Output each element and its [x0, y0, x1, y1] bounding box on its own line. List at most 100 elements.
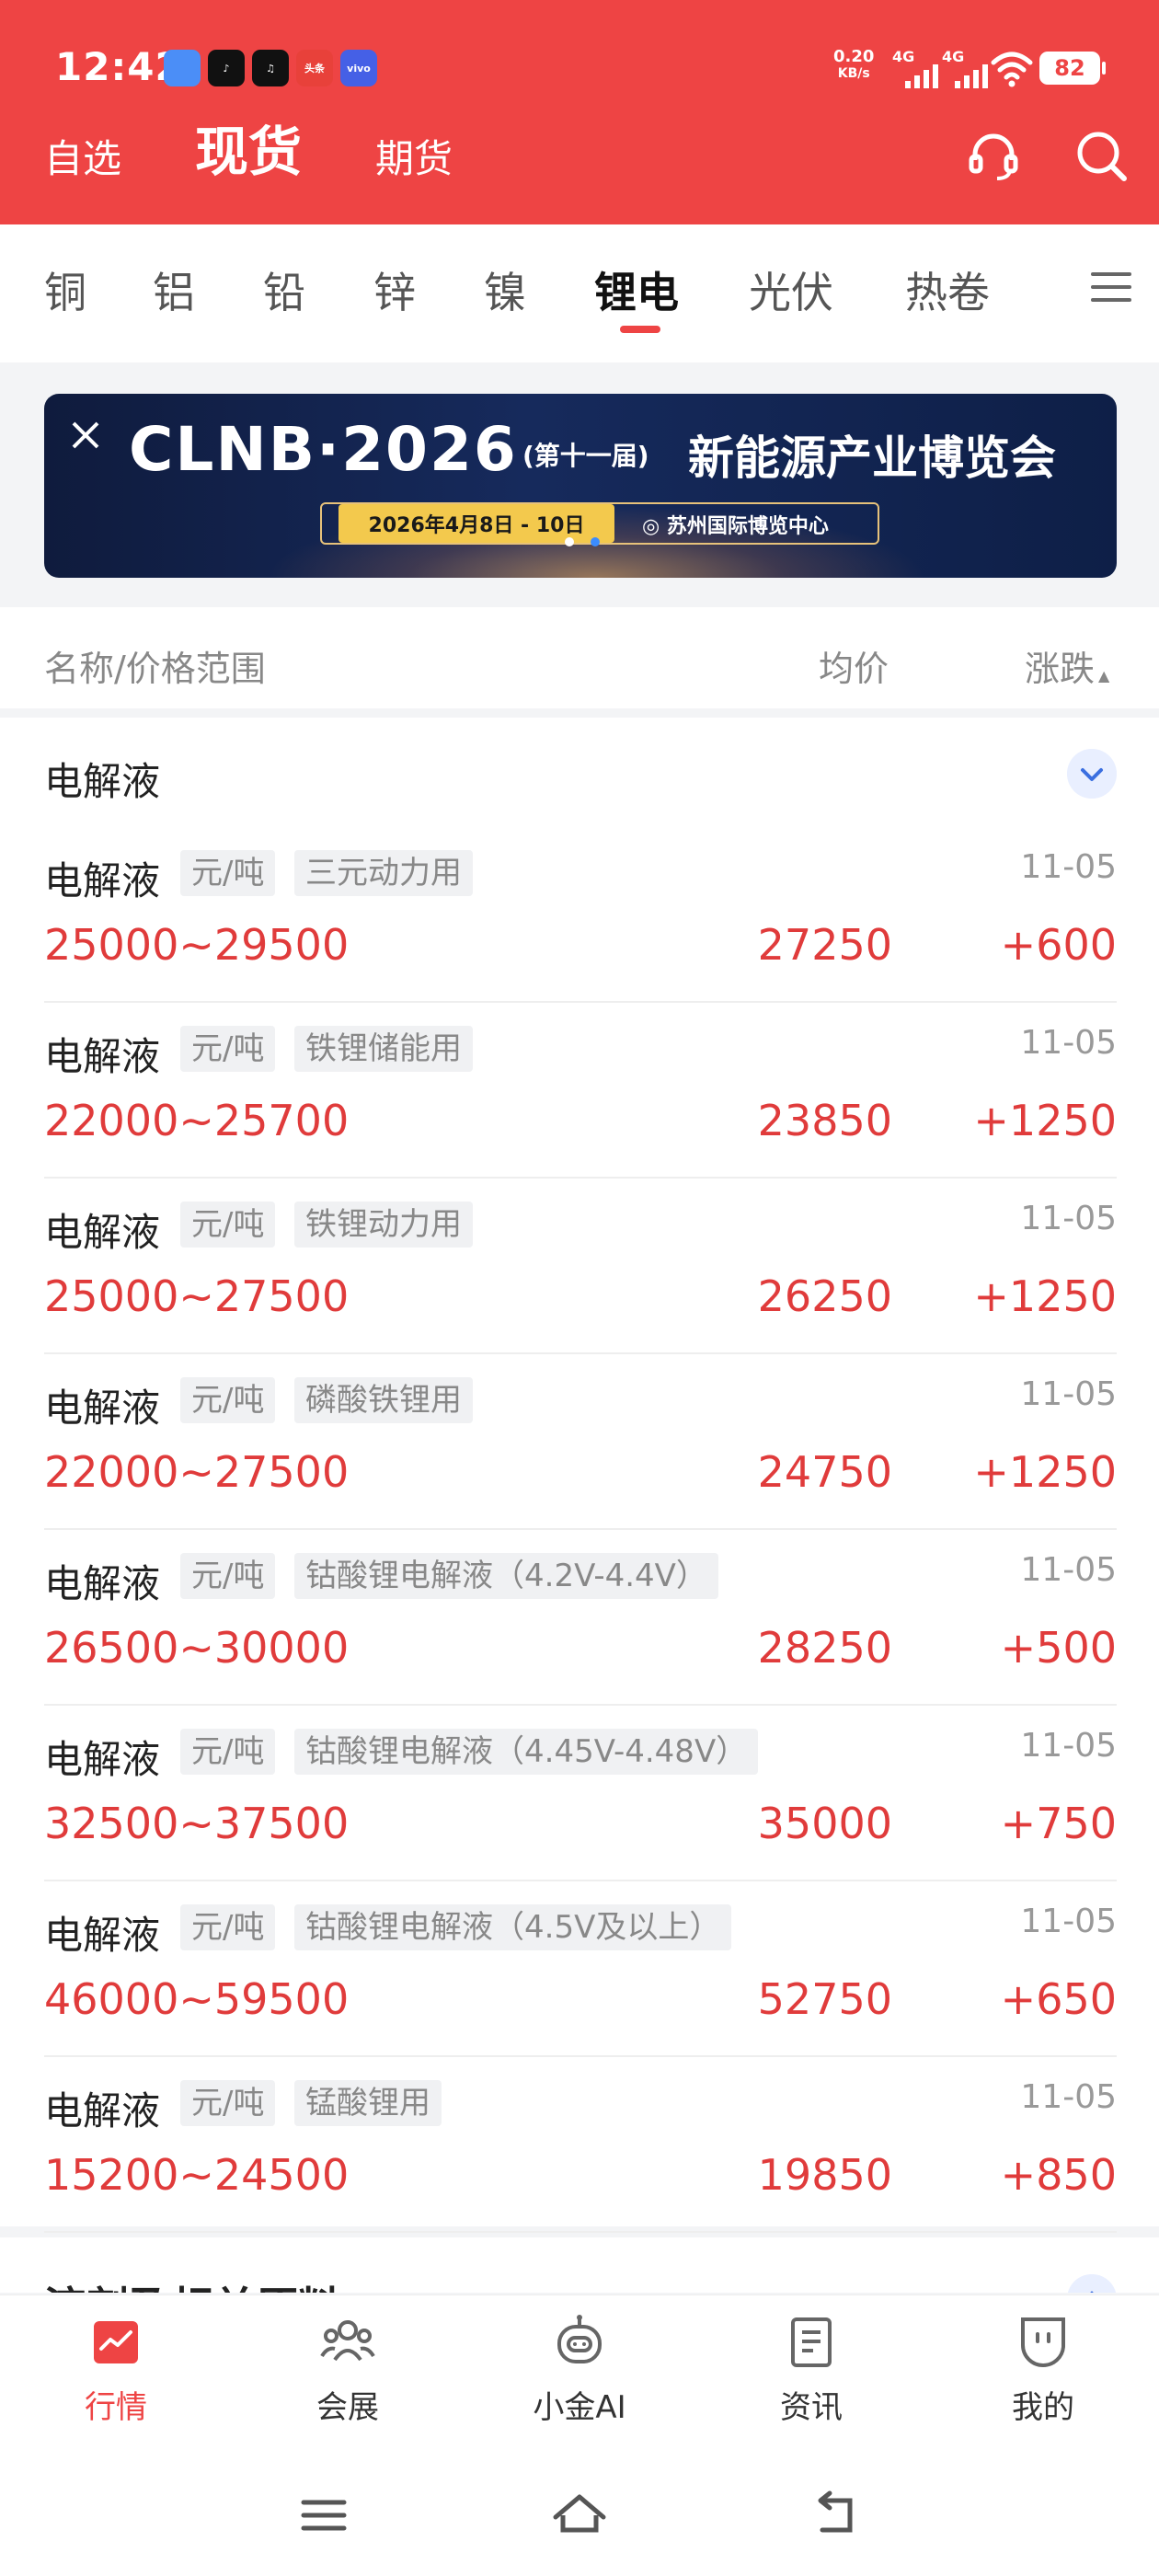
banner-venue: ◎ 苏州国际博览中心	[642, 515, 829, 538]
nav-exhibition[interactable]: 会展	[265, 2312, 430, 2427]
price-range: 25000~27500	[44, 1271, 350, 1321]
price-range: 46000~59500	[44, 1974, 350, 2024]
banner-edition: (第十一届)	[522, 441, 649, 471]
price-change: +500	[1000, 1623, 1117, 1673]
unit-tag: 元/吨	[180, 850, 276, 896]
music-app-icon: ♫	[252, 50, 289, 86]
solvent-section: 溶剂及相关原料	[0, 2237, 1159, 2293]
category-nickel[interactable]: 镍	[484, 259, 526, 320]
market-chart-icon	[94, 2321, 138, 2363]
category-lithium-battery[interactable]: 锂电	[594, 259, 679, 320]
product-name: 电解液	[44, 1561, 161, 1606]
category-copper[interactable]: 铜	[44, 259, 86, 320]
unit-tag: 元/吨	[180, 1729, 276, 1775]
table-row[interactable]: 电解液 元/吨 钴酸锂电解液（4.45V-4.48V） 11-05 32500~3750…	[44, 1707, 1117, 1881]
chevron-up-icon[interactable]	[1067, 2274, 1117, 2293]
unit-tag: 元/吨	[180, 1202, 276, 1248]
spec-tag: 锰酸锂用	[294, 2080, 442, 2126]
banner-pagination	[565, 537, 600, 546]
table-row[interactable]: 电解液 元/吨 磷酸铁锂用 11-05 22000~27500 24750 +1250	[44, 1355, 1117, 1530]
section-title: 电解液	[44, 759, 161, 804]
average-price: 24750	[757, 1447, 892, 1497]
nav-ai-label: 小金AI	[533, 2389, 626, 2426]
banner-expo-title: 新能源产业博览会	[688, 431, 1056, 485]
chevron-down-icon[interactable]	[1067, 749, 1117, 799]
nav-profile-label: 我的	[1012, 2389, 1074, 2426]
active-tab-indicator	[620, 326, 660, 333]
home-icon[interactable]	[550, 2488, 609, 2543]
price-change: +1250	[973, 1447, 1117, 1497]
menu-icon[interactable]	[1089, 265, 1133, 309]
nav-profile[interactable]: 我的	[960, 2312, 1126, 2427]
signal-label: 4G	[892, 48, 915, 65]
table-row[interactable]: 电解液 元/吨 三元动力用 11-05 25000~29500 27250 +600	[44, 828, 1117, 1003]
table-row[interactable]: 电解液 元/吨 锰酸锂用 11-05 15200~24500 19850 +850	[44, 2058, 1117, 2233]
price-change: +850	[1000, 2150, 1117, 2200]
category-photovoltaic[interactable]: 光伏	[749, 259, 833, 320]
price-date: 11-05	[1020, 2078, 1117, 2116]
table-row[interactable]: 电解液 元/吨 铁锂储能用 11-05 22000~25700 23850 +1250	[44, 1004, 1117, 1179]
price-change: +1250	[973, 1096, 1117, 1145]
average-price: 52750	[757, 1974, 892, 2024]
price-range: 26500~30000	[44, 1623, 350, 1673]
price-date: 11-05	[1020, 1200, 1117, 1237]
category-aluminum[interactable]: 铝	[153, 259, 195, 320]
unit-tag: 元/吨	[180, 1904, 276, 1950]
status-bar: 12:42 ♪ ♫ 头条 vivo 0.20 KB/s 4G 4G 82	[0, 0, 1159, 138]
nav-market-label: 行情	[85, 2389, 147, 2426]
section-title: 溶剂及相关原料	[44, 2274, 340, 2293]
close-icon[interactable]	[68, 418, 103, 453]
price-range: 15200~24500	[44, 2150, 350, 2200]
header-name-range: 名称/价格范围	[44, 649, 266, 689]
category-lead[interactable]: 铅	[263, 259, 305, 320]
expo-banner[interactable]: CLNB·2026 (第十一届) 新能源产业博览会 2026年4月8日 - 10…	[44, 394, 1117, 578]
product-name: 电解液	[44, 858, 161, 903]
search-icon[interactable]	[1073, 127, 1131, 186]
header-avg-price[interactable]: 均价	[819, 640, 889, 691]
price-range: 32500~37500	[44, 1799, 350, 1848]
average-price: 26250	[757, 1271, 892, 1321]
tab-futures[interactable]: 期货	[375, 128, 453, 184]
nav-news[interactable]: 资讯	[729, 2312, 894, 2427]
spec-tag: 钴酸锂电解液（4.2V-4.4V）	[294, 1553, 718, 1599]
table-header: 名称/价格范围 均价 涨跌 ▲	[0, 607, 1159, 708]
maps-app-icon	[164, 50, 201, 86]
nav-ai-assistant[interactable]: 小金AI	[497, 2312, 662, 2427]
table-row[interactable]: 电解液 元/吨 铁锂动力用 11-05 25000~27500 26250 +1250	[44, 1179, 1117, 1354]
price-range: 22000~27500	[44, 1447, 350, 1497]
net-speed-value: 0.20	[833, 47, 875, 66]
tab-spot[interactable]: 现货	[195, 109, 302, 186]
category-zinc[interactable]: 锌	[373, 259, 416, 320]
tab-watchlist[interactable]: 自选	[44, 128, 121, 184]
nav-news-label: 资讯	[780, 2389, 843, 2426]
electrolyte-section: 电解液 电解液 元/吨 三元动力用 11-05 25000~29500 27250 +600…	[0, 718, 1159, 2233]
system-navigation-bar	[0, 2451, 1159, 2576]
unit-tag: 元/吨	[180, 2080, 276, 2126]
signal-icon: 4G	[892, 48, 940, 88]
pagination-dot-active	[591, 537, 600, 546]
table-row[interactable]: 电解液 元/吨 钴酸锂电解液（4.5V及以上） 11-05 46000~59500 527…	[44, 1882, 1117, 2057]
nav-market[interactable]: 行情	[33, 2312, 199, 2427]
category-hot-rolled-coil[interactable]: 热卷	[905, 259, 990, 320]
net-speed-unit: KB/s	[837, 66, 870, 81]
sort-icon: ▲	[1098, 667, 1110, 684]
product-name: 电解液	[44, 1913, 161, 1958]
header-change[interactable]: 涨跌 ▲	[1025, 640, 1109, 691]
price-change: +650	[1000, 1974, 1117, 2024]
app-header: 12:42 ♪ ♫ 头条 vivo 0.20 KB/s 4G 4G 82 自选 现货 …	[0, 0, 1159, 224]
unit-tag: 元/吨	[180, 1026, 276, 1072]
recent-apps-icon[interactable]	[294, 2488, 353, 2543]
bottom-navigation: 行情 会展 小金AI 资讯 我的	[0, 2294, 1159, 2451]
back-icon[interactable]	[806, 2488, 865, 2543]
signal-icon: 4G	[942, 48, 990, 88]
unit-tag: 元/吨	[180, 1377, 276, 1423]
price-range: 22000~25700	[44, 1096, 350, 1145]
price-date: 11-05	[1020, 848, 1117, 886]
price-change: +600	[1000, 920, 1117, 970]
toutiao-app-icon: 头条	[296, 50, 333, 86]
headset-icon[interactable]	[964, 127, 1023, 186]
average-price: 23850	[757, 1096, 892, 1145]
table-row[interactable]: 电解液 元/吨 钴酸锂电解液（4.2V-4.4V） 11-05 26500~30000 2…	[44, 1531, 1117, 1706]
average-price: 27250	[757, 920, 892, 970]
tiktok-app-icon: ♪	[208, 50, 245, 86]
